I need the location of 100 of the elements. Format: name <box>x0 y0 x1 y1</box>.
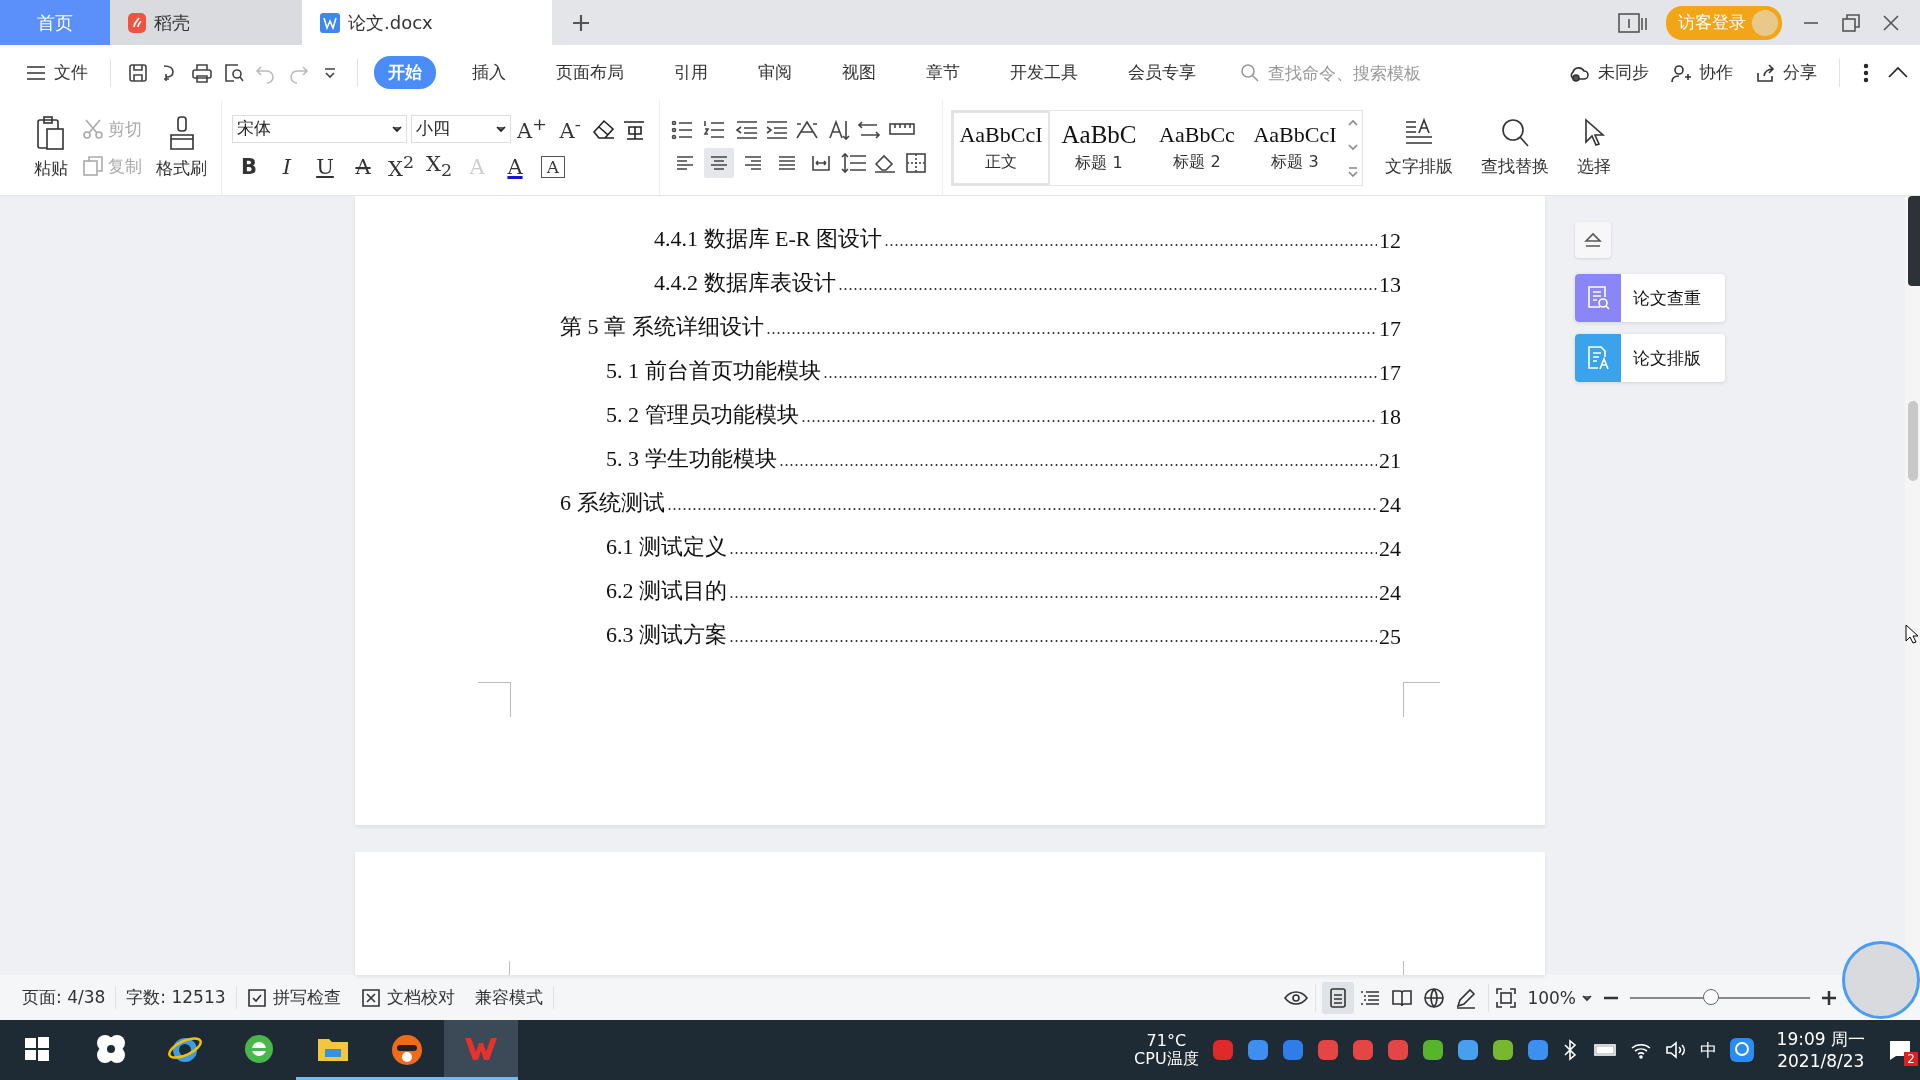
panel-toggle-icon[interactable] <box>1618 11 1648 34</box>
toc-page-number: 25 <box>1379 624 1401 650</box>
check-tool-button[interactable]: 论文查重 <box>1575 274 1725 322</box>
toc-page-number: 24 <box>1379 536 1401 562</box>
add-user-icon <box>1671 62 1691 83</box>
font-size-step-button[interactable]: A$^{-}$ <box>553 112 587 145</box>
find-button[interactable]: 查找替换 <box>1477 113 1553 182</box>
tray-app-icon[interactable] <box>1491 1039 1514 1061</box>
style-preset[interactable]: AaBbCcI 标题 3 <box>1246 110 1344 185</box>
tray-app-icon[interactable] <box>1211 1039 1234 1061</box>
toc-page-number: 17 <box>1379 360 1401 386</box>
ribbon-tab[interactable]: 会员专享 <box>1114 56 1210 89</box>
color-button[interactable]: A <box>498 150 532 183</box>
toc-page-number: 24 <box>1379 580 1401 606</box>
notification-icon[interactable] <box>1888 1038 1912 1062</box>
toc-entry-title: 第 5 章 系统详细设计 <box>560 313 764 341</box>
copy-icon <box>82 155 104 177</box>
toc-entry-title: 5. 1 前台首页功能模块 <box>606 357 821 385</box>
clipboard-icon <box>35 115 67 151</box>
tray-app-icon[interactable] <box>1246 1039 1269 1061</box>
tray-app-icon[interactable] <box>1526 1039 1549 1061</box>
toc-page-number: 21 <box>1379 448 1401 474</box>
style-preset[interactable]: AaBbCc 标题 2 <box>1148 110 1246 185</box>
print-preview-icon[interactable] <box>223 61 245 84</box>
input-method-indicator[interactable]: 中 <box>1699 1038 1717 1062</box>
zoom-slider-thumb[interactable] <box>1703 988 1719 1005</box>
save-icon[interactable] <box>127 61 149 84</box>
windows-logo-icon <box>25 1036 49 1061</box>
ribbon-tab[interactable]: 审阅 <box>744 56 806 89</box>
ribbon-tab[interactable]: 插入 <box>458 56 520 89</box>
format-tool-button[interactable]: 论文排版 <box>1575 334 1725 382</box>
tray-app-icon[interactable] <box>1316 1039 1339 1061</box>
collab-button[interactable]: 协作 <box>1665 57 1739 88</box>
zoom-select[interactable]: 100% <box>1517 987 1602 1008</box>
document-tab[interactable]: 论文.docx <box>302 0 552 45</box>
command-search-field[interactable]: 查找命令、搜索模板 <box>1240 61 1470 84</box>
boxed-button[interactable]: A <box>536 150 570 183</box>
menu-icon <box>26 64 46 81</box>
italic-button[interactable]: I <box>270 150 304 183</box>
toc-entry-title: 5. 3 学生功能模块 <box>606 445 777 473</box>
app-q-icon[interactable] <box>1729 1038 1754 1062</box>
collapse-panel-button[interactable] <box>1575 222 1611 258</box>
ribbon-tab[interactable]: 引用 <box>660 56 722 89</box>
caret-icon <box>496 124 506 133</box>
document-tab[interactable]: 稻壳 <box>110 0 302 45</box>
ribbon-tab[interactable]: 视图 <box>828 56 890 89</box>
file-menu[interactable]: 文件 <box>20 57 94 88</box>
cloud-button[interactable]: 未同步 <box>1562 57 1655 88</box>
scroll-up-icon[interactable] <box>1348 118 1358 127</box>
expand-gallery-icon[interactable] <box>1348 166 1358 177</box>
speaker-icon[interactable] <box>1664 1040 1687 1060</box>
tray-app-icon[interactable] <box>1351 1039 1374 1061</box>
strike-button[interactable]: A <box>346 150 380 183</box>
toc-entry-title: 6.3 测试方案 <box>606 621 727 649</box>
tray-app-icon[interactable] <box>1456 1039 1479 1061</box>
underline-button[interactable]: U <box>308 150 342 183</box>
toc-entry-title: 6.2 测试目的 <box>606 577 727 605</box>
paste-button[interactable]: 粘贴 <box>30 111 72 184</box>
fit-screen-icon[interactable] <box>1495 986 1518 1009</box>
spell-check-button[interactable]: 拼写检查 <box>236 986 351 1009</box>
align-center-icon[interactable] <box>704 147 734 178</box>
ribbon-tab[interactable]: 章节 <box>912 56 974 89</box>
proofread-button[interactable]: 文档校对 <box>350 986 465 1009</box>
x-box-icon <box>360 987 381 1008</box>
crop-mark <box>478 682 511 717</box>
tray-app-icon[interactable] <box>1386 1039 1409 1061</box>
font-size-select[interactable]: 小四 <box>411 114 511 143</box>
page-view-icon[interactable] <box>1322 981 1355 1014</box>
system-clock[interactable]: 19:09 周一 2021/8/23 <box>1776 1027 1865 1073</box>
toc-page-number: 24 <box>1379 492 1401 518</box>
layout-button[interactable]: 文字排版 <box>1381 113 1457 182</box>
tray-app-icon[interactable] <box>1281 1039 1304 1061</box>
restore-icon[interactable] <box>1840 11 1862 34</box>
document-logo-icon <box>320 12 340 33</box>
caret-icon <box>1582 993 1592 1002</box>
crop-mark <box>1403 682 1440 717</box>
font-size-step-button[interactable]: A$^{+}$ <box>515 112 549 145</box>
tray-app-icon[interactable] <box>1421 1039 1444 1061</box>
toc-page-number: 18 <box>1379 404 1401 430</box>
toc-entry-title: 4.4.2 数据库表设计 <box>654 269 836 297</box>
select-button[interactable]: 选择 <box>1573 113 1615 182</box>
eject-icon <box>1583 231 1603 249</box>
bluetooth-icon[interactable] <box>1561 1039 1578 1061</box>
style-preset[interactable]: AaBbC 标题 1 <box>1050 110 1148 185</box>
zoom-in-icon[interactable] <box>1820 988 1838 1007</box>
ribbon-tab[interactable]: 开发工具 <box>996 56 1092 89</box>
sub-button[interactable]: X$_{2}$ <box>422 150 456 183</box>
bold-button[interactable]: B <box>232 150 266 183</box>
scissors-icon <box>82 118 104 140</box>
line-spacing-icon[interactable] <box>840 150 868 175</box>
scroll-down-icon[interactable] <box>1348 142 1358 151</box>
style-preset[interactable]: AaBbCcI 正文 <box>952 110 1050 185</box>
cpu-temperature: 71°C CPU温度 <box>1134 1032 1199 1068</box>
sup-button[interactable]: X$^{2}$ <box>384 150 418 183</box>
share-button[interactable]: 分享 <box>1749 57 1823 88</box>
format-painter-button[interactable]: 格式刷 <box>152 111 211 184</box>
ribbon-tab[interactable]: 页面布局 <box>542 56 638 89</box>
flame-logo-icon <box>128 12 146 33</box>
print-icon[interactable] <box>191 61 213 84</box>
font-family-select[interactable]: 宋体 <box>232 114 407 143</box>
